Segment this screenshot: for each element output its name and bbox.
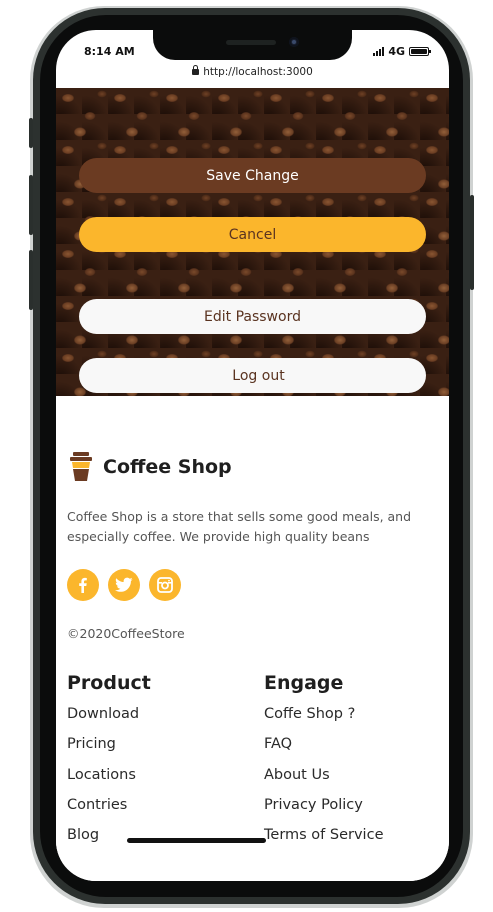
brand-name: Coffee Shop — [103, 456, 232, 478]
footer-link-coffee-shop[interactable]: Coffe Shop ? — [264, 699, 383, 729]
engage-links: Engage Coffe Shop ? FAQ About Us Privacy… — [264, 672, 383, 850]
url-text: http://localhost:3000 — [203, 66, 313, 78]
cancel-button[interactable]: Cancel — [79, 217, 426, 252]
speaker-grille — [226, 40, 276, 45]
signal-icon — [373, 47, 385, 56]
footer-link-terms-of-service[interactable]: Terms of Service — [264, 820, 383, 850]
product-heading: Product — [67, 672, 151, 694]
footer-link-download[interactable]: Download — [67, 699, 151, 729]
footer: Coffee Shop Coffee Shop is a store that … — [56, 396, 449, 881]
brand[interactable]: Coffee Shop — [67, 452, 232, 482]
battery-icon — [409, 47, 431, 56]
footer-link-about-us[interactable]: About Us — [264, 760, 383, 790]
status-time: 8:14 AM — [84, 45, 135, 58]
status-indicators: 4G — [373, 45, 431, 58]
address-bar[interactable]: http://localhost:3000 — [56, 65, 449, 78]
product-links: Product Download Pricing Locations Contr… — [67, 672, 151, 850]
engage-heading: Engage — [264, 672, 344, 694]
footer-link-countries[interactable]: Contries — [67, 790, 151, 820]
footer-link-locations[interactable]: Locations — [67, 760, 151, 790]
mute-switch — [29, 118, 33, 148]
logout-button[interactable]: Log out — [79, 358, 426, 393]
home-indicator[interactable] — [127, 838, 266, 843]
social-links — [67, 569, 181, 601]
copyright: ©2020CoffeeStore — [67, 626, 185, 641]
lock-icon — [192, 65, 200, 75]
phone-screen: 8:14 AM 4G http://localhost:3000 Save Ch… — [56, 30, 449, 881]
notch — [153, 30, 352, 60]
instagram-icon[interactable] — [149, 569, 181, 601]
volume-down-button — [29, 250, 33, 310]
save-change-button[interactable]: Save Change — [79, 158, 426, 193]
brand-description: Coffee Shop is a store that sells some g… — [67, 509, 412, 544]
twitter-icon[interactable] — [108, 569, 140, 601]
coffee-beans-background: Save Change Cancel Edit Password Log out — [56, 88, 449, 396]
edit-password-button[interactable]: Edit Password — [79, 299, 426, 334]
network-label: 4G — [388, 45, 405, 58]
camera-icon — [289, 37, 299, 47]
coffee-cup-icon — [67, 452, 95, 482]
logout-label: Log out — [232, 367, 285, 384]
footer-link-faq[interactable]: FAQ — [264, 729, 383, 759]
power-button — [470, 195, 474, 290]
volume-up-button — [29, 175, 33, 235]
facebook-icon[interactable] — [67, 569, 99, 601]
footer-link-blog[interactable]: Blog — [67, 820, 151, 850]
footer-link-privacy-policy[interactable]: Privacy Policy — [264, 790, 383, 820]
footer-link-pricing[interactable]: Pricing — [67, 729, 151, 759]
